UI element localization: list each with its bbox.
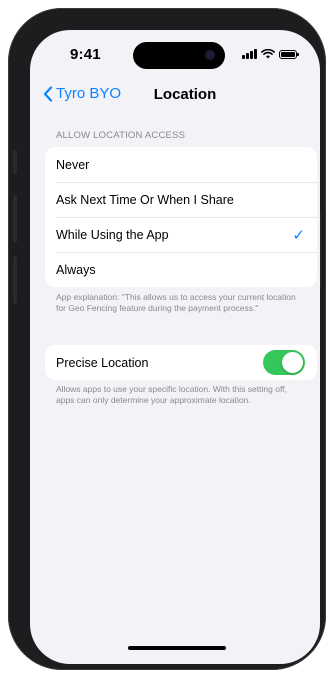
checkmark-icon: ✓ bbox=[292, 227, 305, 244]
option-always[interactable]: Always bbox=[45, 252, 317, 287]
option-label: Ask Next Time Or When I Share bbox=[56, 192, 234, 207]
page-title: Location bbox=[153, 86, 217, 103]
precise-location-toggle[interactable] bbox=[263, 350, 305, 375]
option-ask-next-time[interactable]: Ask Next Time Or When I Share bbox=[45, 182, 317, 217]
volume-down-button bbox=[13, 256, 17, 304]
action-button bbox=[13, 150, 17, 174]
option-label: While Using the App bbox=[56, 227, 169, 242]
precise-location-description: Allows apps to use your specific locatio… bbox=[56, 384, 287, 405]
battery-icon bbox=[279, 49, 299, 59]
cellular-signal-icon bbox=[242, 49, 257, 59]
option-label: Always bbox=[56, 262, 96, 277]
precise-location-label: Precise Location bbox=[56, 355, 149, 370]
dynamic-island bbox=[133, 42, 225, 69]
status-time: 9:41 bbox=[70, 46, 101, 63]
precise-location-row: Precise Location bbox=[45, 345, 317, 380]
home-indicator[interactable] bbox=[128, 646, 226, 650]
toggle-knob bbox=[282, 352, 303, 373]
camera-icon bbox=[205, 50, 215, 60]
screen: 9:41 Tyro BYO Location ALLOW LOCATION AC… bbox=[30, 30, 320, 664]
phone-frame: 9:41 Tyro BYO Location ALLOW LOCATION AC… bbox=[8, 8, 326, 670]
volume-up-button bbox=[13, 195, 17, 243]
status-bar: 9:41 bbox=[30, 30, 320, 78]
precise-location-group: Precise Location bbox=[45, 345, 317, 380]
option-never[interactable]: Never bbox=[45, 147, 317, 182]
option-label: Never bbox=[56, 157, 90, 172]
status-icons bbox=[242, 49, 299, 59]
option-while-using-app[interactable]: While Using the App ✓ bbox=[45, 217, 317, 252]
location-access-options: Never Ask Next Time Or When I Share Whil… bbox=[45, 147, 317, 287]
app-explanation: App explanation: "This allows us to acce… bbox=[56, 292, 296, 313]
navigation-bar: Tyro BYO Location bbox=[30, 82, 320, 110]
wifi-icon bbox=[261, 49, 275, 59]
section-header-location-access: ALLOW LOCATION ACCESS bbox=[56, 130, 186, 141]
